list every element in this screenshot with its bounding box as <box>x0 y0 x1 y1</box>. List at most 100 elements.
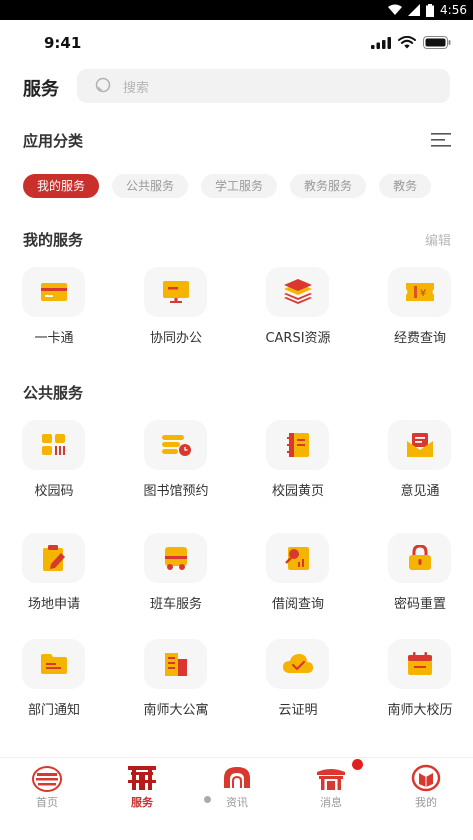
service-tile-qrcode[interactable]: 校园码 <box>4 420 104 510</box>
system-status-bar: 4:56 <box>0 0 473 20</box>
layers-icon <box>283 279 312 304</box>
service-tile-feedback[interactable]: 意见通 <box>370 420 470 510</box>
tile-label: 经费查询 <box>393 331 446 346</box>
icon-box <box>22 420 85 470</box>
book-icon <box>286 433 309 457</box>
nav-label: 服务 <box>131 796 153 809</box>
nav-services[interactable]: 服务 <box>95 758 189 816</box>
calendar-icon <box>407 652 432 675</box>
icon-box <box>266 267 329 317</box>
service-tile-apartment[interactable]: 南师大公寓 <box>126 639 226 729</box>
mail-icon <box>406 433 433 457</box>
bottom-nav: 首页 服务 资讯 消息 我的 <box>0 757 473 815</box>
tile-label: 一卡通 <box>34 331 74 346</box>
building-icon <box>164 653 187 676</box>
service-tile-bus[interactable]: 班车服务 <box>126 533 226 623</box>
service-tile-office[interactable]: 协同办公 <box>126 267 226 357</box>
icon-box <box>22 267 85 317</box>
service-tile-library[interactable]: 图书馆预约 <box>126 420 226 510</box>
chip-public-services[interactable]: 公共服务 <box>112 174 189 198</box>
system-time: 4:56 <box>440 3 467 17</box>
tile-label: 意见通 <box>400 484 440 499</box>
service-tile-notice[interactable]: 部门通知 <box>4 639 104 729</box>
tile-label: 班车服务 <box>149 597 202 612</box>
chip-my-services[interactable]: 我的服务 <box>23 174 100 198</box>
message-badge <box>352 759 363 770</box>
icon-box <box>144 639 207 689</box>
cellular-icon <box>371 36 391 49</box>
svg-text:¥: ¥ <box>419 288 425 299</box>
service-tile-card[interactable]: 一卡通 <box>4 267 104 357</box>
status-time: 9:41 <box>44 34 82 52</box>
search-input[interactable]: 搜索 <box>77 69 450 103</box>
tile-label: CARSI资源 <box>265 331 331 346</box>
icon-box <box>22 639 85 689</box>
status-icons <box>371 36 451 49</box>
folder-icon <box>40 654 67 674</box>
icon-box <box>266 533 329 583</box>
service-tile-cloud[interactable]: 云证明 <box>248 639 348 729</box>
category-chips: 我的服务 公共服务 学工服务 教务服务 教务 <box>23 174 473 200</box>
lock-icon <box>408 545 431 570</box>
menu-icon[interactable] <box>431 132 451 148</box>
service-tile-yellowpages[interactable]: 校园黄页 <box>248 420 348 510</box>
icon-box <box>388 420 451 470</box>
tile-label: 密码重置 <box>393 597 446 612</box>
wifi-icon <box>398 36 416 49</box>
battery-icon <box>423 36 451 49</box>
icon-box <box>22 533 85 583</box>
ticket-icon: ¥ <box>405 283 434 301</box>
tile-label: 场地申请 <box>27 597 80 612</box>
service-tile-funding[interactable]: ¥ 经费查询 <box>370 267 470 357</box>
nav-messages[interactable]: 消息 <box>284 758 378 816</box>
search-icon <box>95 77 111 93</box>
tile-label: 校园码 <box>34 484 74 499</box>
icon-box <box>388 639 451 689</box>
icon-box <box>266 420 329 470</box>
profile-icon <box>411 764 441 792</box>
arch-icon <box>224 767 250 788</box>
battery-icon <box>426 3 435 17</box>
service-tile-borrow[interactable]: 借阅查询 <box>248 533 348 623</box>
tile-label: 南师大公寓 <box>143 703 209 718</box>
chip-academic-more[interactable]: 教务 <box>379 174 432 198</box>
chip-academic-affairs[interactable]: 教务服务 <box>290 174 367 198</box>
tile-label: 南师大校历 <box>387 703 453 718</box>
home-icon <box>32 766 62 792</box>
my-services-title: 我的服务 <box>23 231 84 249</box>
bus-icon <box>164 547 187 570</box>
chip-student-affairs[interactable]: 学工服务 <box>201 174 278 198</box>
nav-label: 我的 <box>415 796 437 809</box>
pavilion-icon <box>317 769 345 790</box>
icon-box <box>388 533 451 583</box>
service-tile-calendar[interactable]: 南师大校历 <box>370 639 470 729</box>
category-title: 应用分类 <box>23 132 84 150</box>
icon-box: ¥ <box>388 267 451 317</box>
tile-label: 图书馆预约 <box>143 484 209 499</box>
clipboard-icon <box>42 545 65 571</box>
tile-label: 校园黄页 <box>271 484 324 499</box>
icon-box <box>144 420 207 470</box>
nav-label: 首页 <box>36 796 58 809</box>
nav-profile[interactable]: 我的 <box>379 758 473 816</box>
gate-icon <box>128 766 156 790</box>
search-placeholder: 搜索 <box>123 80 150 96</box>
public-services-title: 公共服务 <box>23 384 84 402</box>
service-tile-password[interactable]: 密码重置 <box>370 533 470 623</box>
library-icon <box>161 435 191 456</box>
icon-box <box>144 267 207 317</box>
tile-label: 协同办公 <box>149 331 202 346</box>
card-icon <box>40 283 67 301</box>
qrcode-icon <box>41 434 65 455</box>
wifi-icon <box>388 4 403 15</box>
tile-label: 借阅查询 <box>271 597 324 612</box>
nav-news[interactable]: 资讯 <box>190 758 284 816</box>
edit-button[interactable]: 编辑 <box>425 230 451 249</box>
nav-home[interactable]: 首页 <box>0 758 94 816</box>
tile-label: 云证明 <box>278 703 318 718</box>
service-tile-carsi[interactable]: CARSI资源 <box>248 267 348 357</box>
chart-icon <box>284 547 309 570</box>
nav-label: 资讯 <box>226 796 248 809</box>
service-tile-venue[interactable]: 场地申请 <box>4 533 104 623</box>
cloud-icon <box>282 654 313 673</box>
